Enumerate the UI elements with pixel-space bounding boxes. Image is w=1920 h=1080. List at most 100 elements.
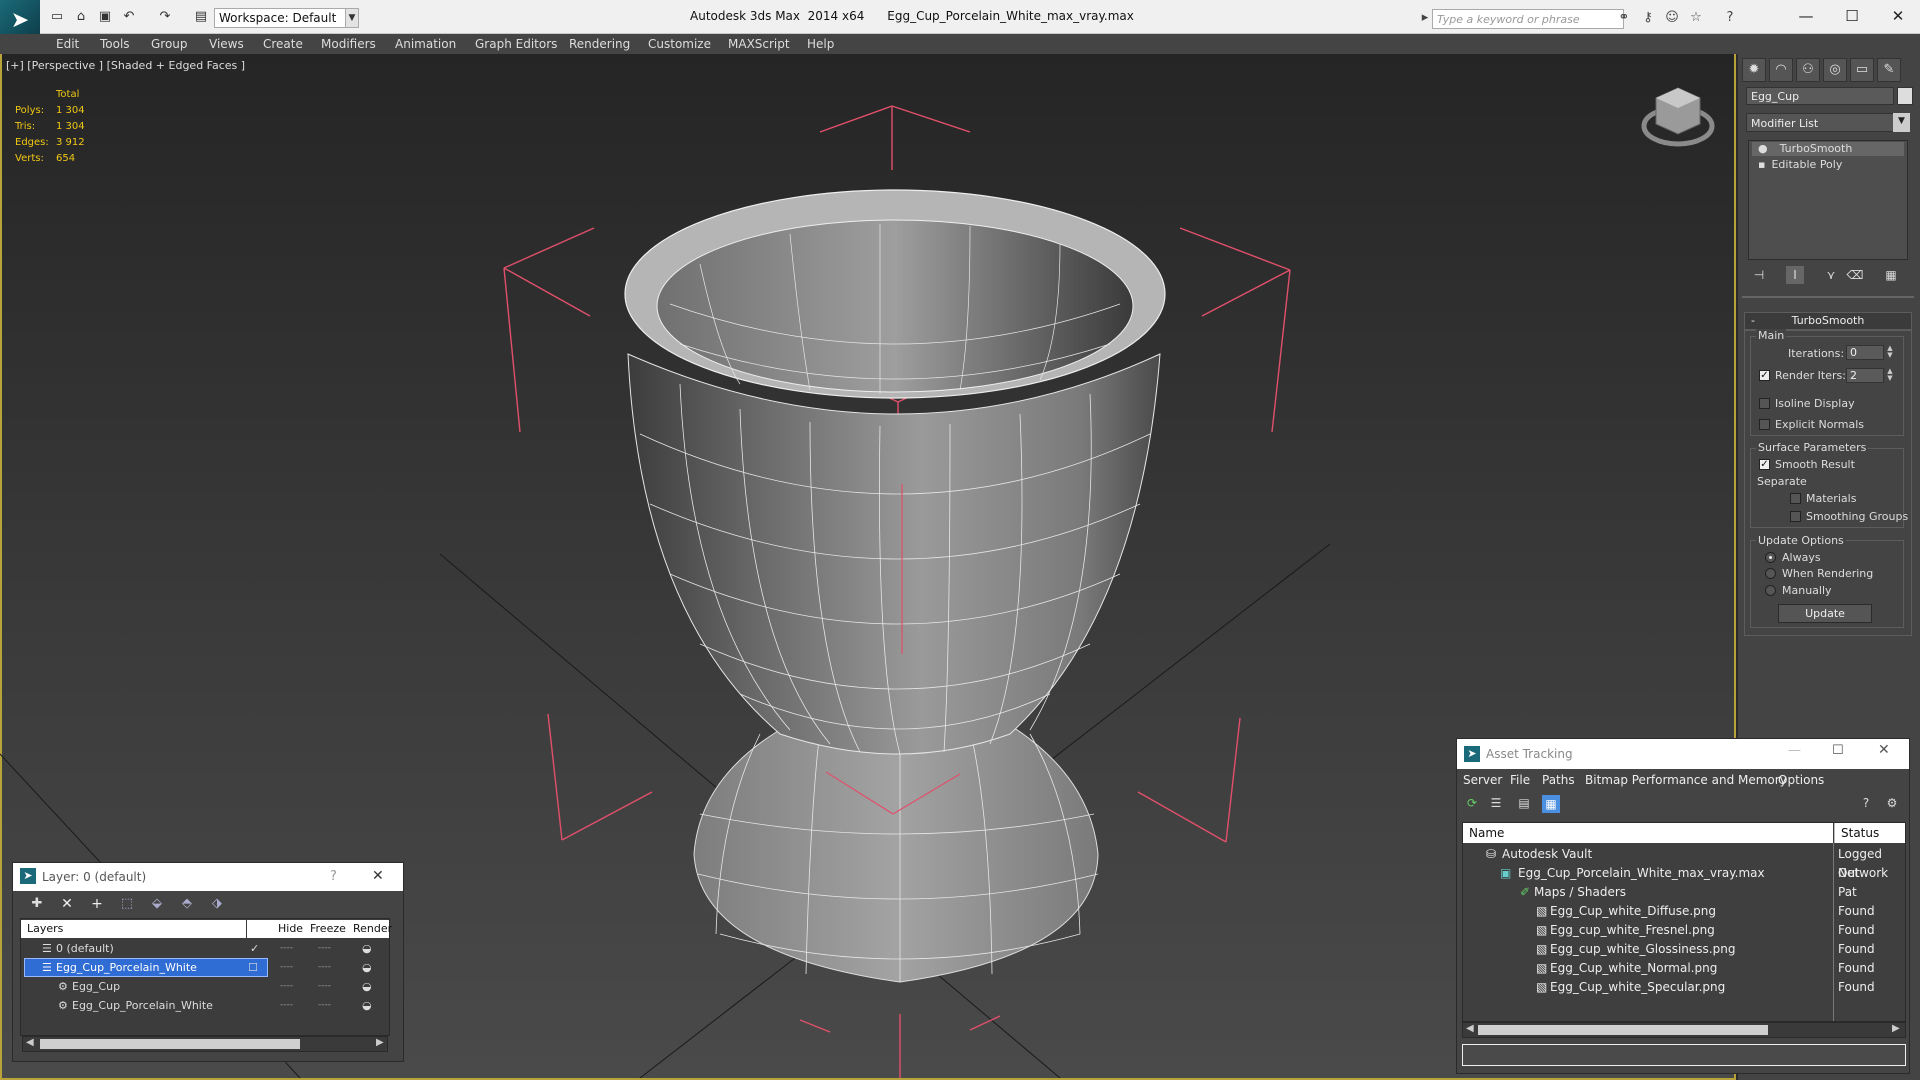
layer-row[interactable]: ⚙ Egg_Cup_Porcelain_White ---- ---- ◒ <box>22 996 388 1015</box>
freeze-toggle[interactable]: ---- <box>318 996 331 1015</box>
minimize-icon[interactable]: — <box>1788 743 1801 758</box>
close-icon[interactable]: ✕ <box>372 868 384 884</box>
menu-views[interactable]: Views <box>209 34 244 54</box>
user-icon[interactable]: ☺ <box>1664 10 1680 26</box>
when-rendering-radio[interactable] <box>1765 568 1776 579</box>
menu-edit[interactable]: Edit <box>56 34 79 54</box>
maximize-icon[interactable]: ☐ <box>1832 4 1872 28</box>
hide-toggle[interactable]: ---- <box>280 939 293 958</box>
display-tab-icon[interactable]: ▭ <box>1850 58 1874 82</box>
menu-create[interactable]: Create <box>263 34 303 54</box>
close-icon[interactable]: ✕ <box>1878 742 1890 758</box>
hide-toggle[interactable]: ---- <box>280 977 293 996</box>
key-icon[interactable]: ⚷ <box>1640 10 1656 26</box>
asset-row[interactable]: ▧ Egg_cup_white_Fresnel.png Found <box>1464 921 1904 940</box>
select-objects-icon[interactable]: ⬚ <box>118 896 136 914</box>
pin-stack-icon[interactable]: ⊣ <box>1750 266 1768 284</box>
status-column-header[interactable]: Status <box>1834 823 1905 843</box>
render-iters-spinner[interactable]: 2 <box>1846 368 1884 383</box>
undo-icon[interactable]: ↶ <box>120 9 138 25</box>
freeze-toggle[interactable]: ---- <box>318 977 331 996</box>
menu-maxscript[interactable]: MAXScript <box>728 34 790 54</box>
search-input[interactable]: Type a keyword or phrase <box>1432 9 1624 29</box>
new-file-icon[interactable]: ▭ <box>48 9 66 25</box>
viewcube-icon[interactable] <box>1640 84 1716 154</box>
scrollbar-thumb[interactable] <box>1478 1025 1768 1035</box>
smoothing-groups-checkbox[interactable] <box>1790 511 1801 522</box>
scroll-left-icon[interactable]: ◀ <box>26 1037 34 1048</box>
menu-animation[interactable]: Animation <box>395 34 456 54</box>
menu-customize[interactable]: Customize <box>648 34 711 54</box>
minimize-icon[interactable]: — <box>1786 4 1826 28</box>
asset-menu-file[interactable]: File <box>1510 772 1530 788</box>
utilities-tab-icon[interactable]: ✎ <box>1877 58 1901 82</box>
redo-icon[interactable]: ↷ <box>156 9 174 25</box>
tree-view-icon[interactable]: ▤ <box>1516 796 1532 812</box>
help-icon[interactable]: ? <box>1722 10 1738 26</box>
iterations-spinner[interactable]: 0 <box>1846 345 1884 360</box>
help-icon[interactable]: ? <box>1858 796 1874 812</box>
asset-menu-server[interactable]: Server <box>1463 772 1502 788</box>
stack-item-turbosmooth[interactable]: ● TurboSmooth <box>1752 142 1904 156</box>
asset-row[interactable]: ✐ Maps / Shaders <box>1464 883 1904 902</box>
refresh-icon[interactable]: ⟳ <box>1464 796 1480 812</box>
modify-tab-icon[interactable]: ◠ <box>1769 58 1793 82</box>
show-end-result-icon[interactable]: I <box>1786 266 1804 284</box>
object-name-field[interactable]: Egg_Cup <box>1746 87 1894 105</box>
settings-icon[interactable]: ⚙ <box>1884 796 1900 812</box>
freeze-toggle[interactable]: ---- <box>318 958 331 977</box>
maximize-icon[interactable]: ☐ <box>1832 743 1844 758</box>
menu-help[interactable]: Help <box>807 34 834 54</box>
asset-row[interactable]: ▧ Egg_Cup_white_Diffuse.png Found <box>1464 902 1904 921</box>
render-iters-checkbox[interactable]: ✓ <box>1759 370 1770 381</box>
remove-modifier-icon[interactable]: ⌫ <box>1846 266 1864 284</box>
close-icon[interactable]: ✕ <box>1878 4 1918 28</box>
render-teapot-icon[interactable]: ◒ <box>362 996 372 1015</box>
lightbulb-icon[interactable]: ● <box>1758 142 1768 155</box>
hierarchy-tab-icon[interactable]: ⚇ <box>1796 58 1820 82</box>
delete-layer-icon[interactable]: ✕ <box>58 896 76 914</box>
materials-checkbox[interactable] <box>1790 493 1801 504</box>
layers-column-header[interactable]: Layers <box>21 920 246 938</box>
modifier-list-dropdown[interactable]: Modifier List <box>1746 113 1910 132</box>
path-input[interactable] <box>1462 1044 1906 1066</box>
help-icon[interactable]: ? <box>330 869 337 884</box>
turbosmooth-rollout-header[interactable]: - TurboSmooth <box>1744 312 1912 330</box>
freeze-all-icon[interactable]: ⬗ <box>208 896 226 914</box>
hide-all-icon[interactable]: ⬘ <box>178 896 196 914</box>
isoline-display-checkbox[interactable] <box>1759 398 1770 409</box>
layer-row[interactable]: ⚙ Egg_Cup ---- ---- ◒ <box>22 977 388 996</box>
menu-rendering[interactable]: Rendering <box>569 34 630 54</box>
highlight-layer-icon[interactable]: ⬙ <box>148 896 166 914</box>
object-color-swatch[interactable] <box>1897 87 1913 105</box>
table-view-icon[interactable]: ▦ <box>1542 795 1560 813</box>
menu-modifiers[interactable]: Modifiers <box>321 34 376 54</box>
star-icon[interactable]: ☆ <box>1688 10 1704 26</box>
menu-tools[interactable]: Tools <box>100 34 130 54</box>
chevron-down-icon[interactable]: ▼ <box>345 8 359 28</box>
asset-row[interactable]: ▧ Egg_Cup_white_Specular.png Found <box>1464 978 1904 997</box>
list-view-icon[interactable]: ☰ <box>1488 796 1504 812</box>
asset-row[interactable]: ⛁ Autodesk Vault Logged Out <box>1464 845 1904 880</box>
asset-row[interactable]: ▧ Egg_cup_white_Glossiness.png Found <box>1464 940 1904 959</box>
hide-toggle[interactable]: ---- <box>280 958 293 977</box>
motion-tab-icon[interactable]: ◎ <box>1823 58 1847 82</box>
asset-menu-options[interactable]: Options <box>1778 772 1824 788</box>
current-layer-icon[interactable]: ☐ <box>248 958 258 977</box>
new-layer-icon[interactable]: ✚ <box>28 896 46 914</box>
layer-row[interactable]: ☰ Egg_Cup_Porcelain_White ☐ ---- ---- ◒ <box>22 958 388 977</box>
menu-graph-editors[interactable]: Graph Editors <box>475 34 557 54</box>
scroll-right-icon[interactable]: ▶ <box>376 1037 384 1048</box>
chevron-down-icon[interactable]: ▼ <box>1893 113 1910 132</box>
always-radio[interactable] <box>1765 552 1776 563</box>
expand-icon[interactable]: ▪ <box>1758 158 1765 171</box>
open-file-icon[interactable]: ⌂ <box>72 9 90 25</box>
workspace-dropdown[interactable]: Workspace: Default <box>214 8 346 28</box>
spinner-arrows-icon[interactable]: ▲ ▼ <box>1886 345 1894 360</box>
name-column-header[interactable]: Name <box>1463 823 1833 843</box>
asset-menu-bitmap-performance[interactable]: Bitmap Performance and Memory <box>1585 772 1787 788</box>
hide-column-header[interactable]: Hide <box>275 920 307 938</box>
add-to-layer-icon[interactable]: + <box>88 896 106 914</box>
asset-menu-paths[interactable]: Paths <box>1542 772 1575 788</box>
configure-sets-icon[interactable]: ▦ <box>1882 266 1900 284</box>
